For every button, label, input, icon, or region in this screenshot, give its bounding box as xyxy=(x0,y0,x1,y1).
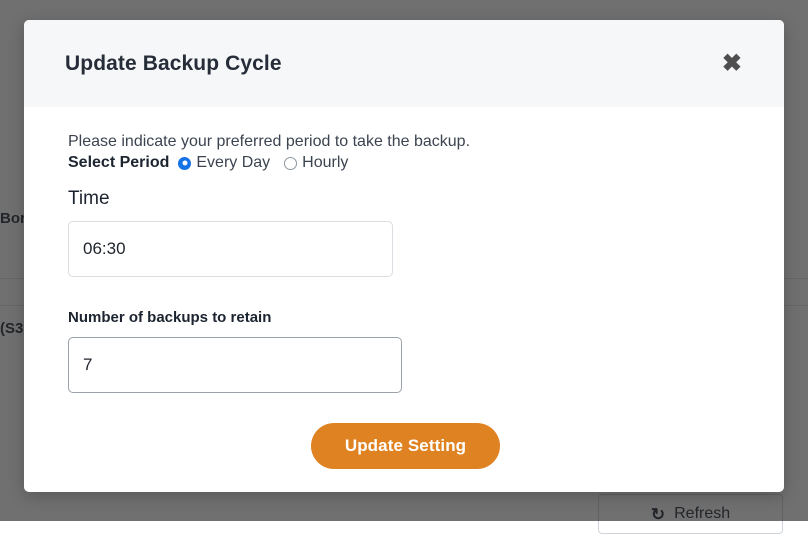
update-setting-button[interactable]: Update Setting xyxy=(311,423,500,469)
retain-field-label: Number of backups to retain xyxy=(68,309,743,326)
dialog-body: Please indicate your preferred period to… xyxy=(24,107,784,469)
select-period-row: Select Period Every Day Hourly xyxy=(68,155,743,171)
retain-field-block: Number of backups to retain xyxy=(68,309,743,393)
retain-count-input[interactable] xyxy=(68,337,402,393)
radio-hourly-mark[interactable] xyxy=(284,157,297,170)
close-icon[interactable]: ✖ xyxy=(720,52,744,76)
dialog-footer: Update Setting xyxy=(68,423,743,469)
time-field-block: Time xyxy=(68,188,743,277)
update-backup-cycle-dialog: Update Backup Cycle ✖ Please indicate yo… xyxy=(24,20,784,492)
radio-every-day-mark[interactable] xyxy=(178,157,191,170)
radio-option-hourly[interactable]: Hourly xyxy=(284,155,348,171)
radio-option-every-day[interactable]: Every Day xyxy=(178,155,270,171)
time-field-label: Time xyxy=(68,188,743,210)
radio-hourly-label: Hourly xyxy=(302,155,348,171)
select-period-label: Select Period xyxy=(68,155,169,171)
dialog-title: Update Backup Cycle xyxy=(65,52,282,76)
dialog-instruction-text: Please indicate your preferred period to… xyxy=(68,132,743,152)
radio-every-day-label: Every Day xyxy=(196,155,270,171)
time-input[interactable] xyxy=(68,221,393,277)
dialog-header: Update Backup Cycle ✖ xyxy=(24,20,784,107)
